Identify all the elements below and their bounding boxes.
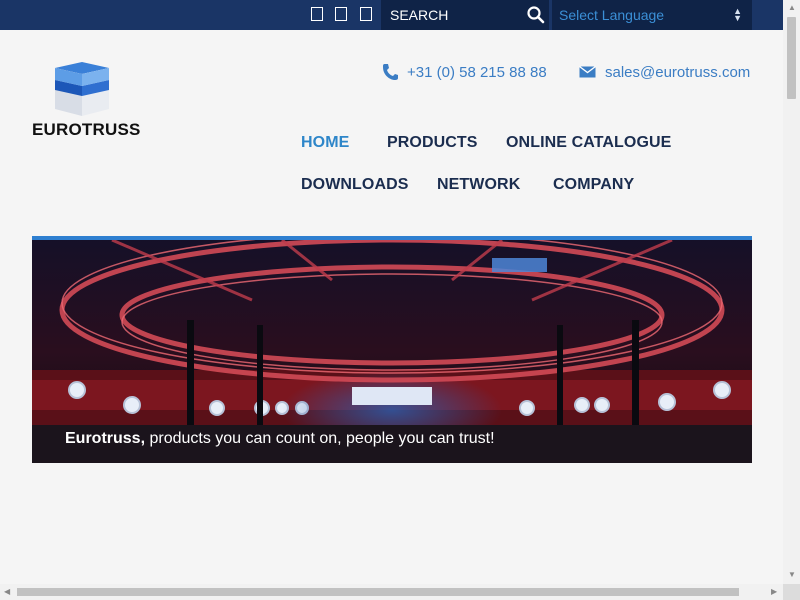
- scroll-down-icon[interactable]: ▼: [788, 571, 796, 579]
- scrollbar-corner: [783, 584, 800, 600]
- email-link[interactable]: sales@eurotruss.com: [579, 61, 750, 83]
- search-icon[interactable]: [525, 4, 547, 26]
- logo-cube-icon: [55, 62, 109, 116]
- search-box: [381, 0, 549, 30]
- social-icon[interactable]: [311, 7, 323, 21]
- logo-text: EUROTRUSS: [32, 120, 141, 139]
- nav-home[interactable]: HOME: [301, 134, 349, 152]
- nav-downloads[interactable]: DOWNLOADS: [301, 176, 409, 194]
- select-arrows-icon: ▲ ▼: [733, 6, 742, 23]
- scroll-right-icon[interactable]: ▶: [771, 588, 777, 596]
- email-address: sales@eurotruss.com: [605, 63, 751, 81]
- hero-caption-text: products you can count on, people you ca…: [145, 430, 495, 447]
- scroll-left-icon[interactable]: ◀: [4, 588, 10, 596]
- search-input[interactable]: [381, 0, 521, 30]
- vertical-scroll-thumb[interactable]: [787, 17, 796, 99]
- phone-number: +31 (0) 58 215 88 88: [407, 63, 547, 81]
- social-icon[interactable]: [335, 7, 347, 21]
- nav-company[interactable]: COMPANY: [553, 176, 634, 194]
- vertical-scrollbar[interactable]: ▲ ▼: [783, 0, 800, 584]
- mail-icon: [579, 66, 596, 78]
- social-icon[interactable]: [360, 7, 372, 21]
- scroll-up-icon[interactable]: ▲: [788, 4, 796, 12]
- top-bar: Select Language ▲▼: [0, 0, 783, 30]
- eurotruss-logo[interactable]: EUROTRUSS: [32, 62, 140, 140]
- phone-icon: [383, 64, 398, 80]
- hero-caption: Eurotruss, products you can count on, pe…: [65, 430, 495, 448]
- language-select-label: Select Language: [559, 7, 665, 23]
- hero-caption-brand: Eurotruss,: [65, 430, 146, 447]
- phone-link[interactable]: +31 (0) 58 215 88 88: [382, 61, 547, 83]
- hero-banner: Eurotruss, products you can count on, pe…: [32, 240, 752, 463]
- nav-products[interactable]: PRODUCTS: [387, 134, 478, 152]
- nav-online-catalogue[interactable]: ONLINE CATALOGUE: [506, 134, 671, 152]
- horizontal-scrollbar[interactable]: ◀ ▶: [0, 584, 783, 600]
- nav-network[interactable]: NETWORK: [437, 176, 520, 194]
- language-select[interactable]: Select Language ▲ ▼: [552, 0, 752, 30]
- horizontal-scroll-thumb[interactable]: [17, 588, 739, 596]
